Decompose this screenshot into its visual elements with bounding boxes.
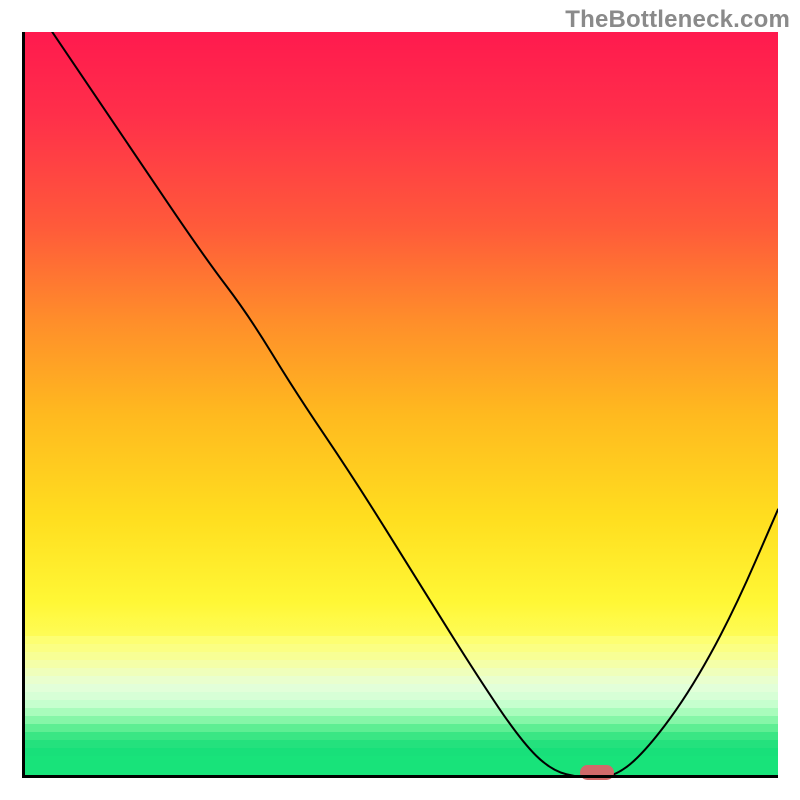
bottleneck-curve bbox=[52, 32, 778, 778]
chart-plot-area bbox=[22, 32, 778, 778]
curve-svg bbox=[22, 32, 778, 778]
optimal-marker bbox=[580, 765, 614, 780]
watermark-text: TheBottleneck.com bbox=[565, 6, 790, 34]
